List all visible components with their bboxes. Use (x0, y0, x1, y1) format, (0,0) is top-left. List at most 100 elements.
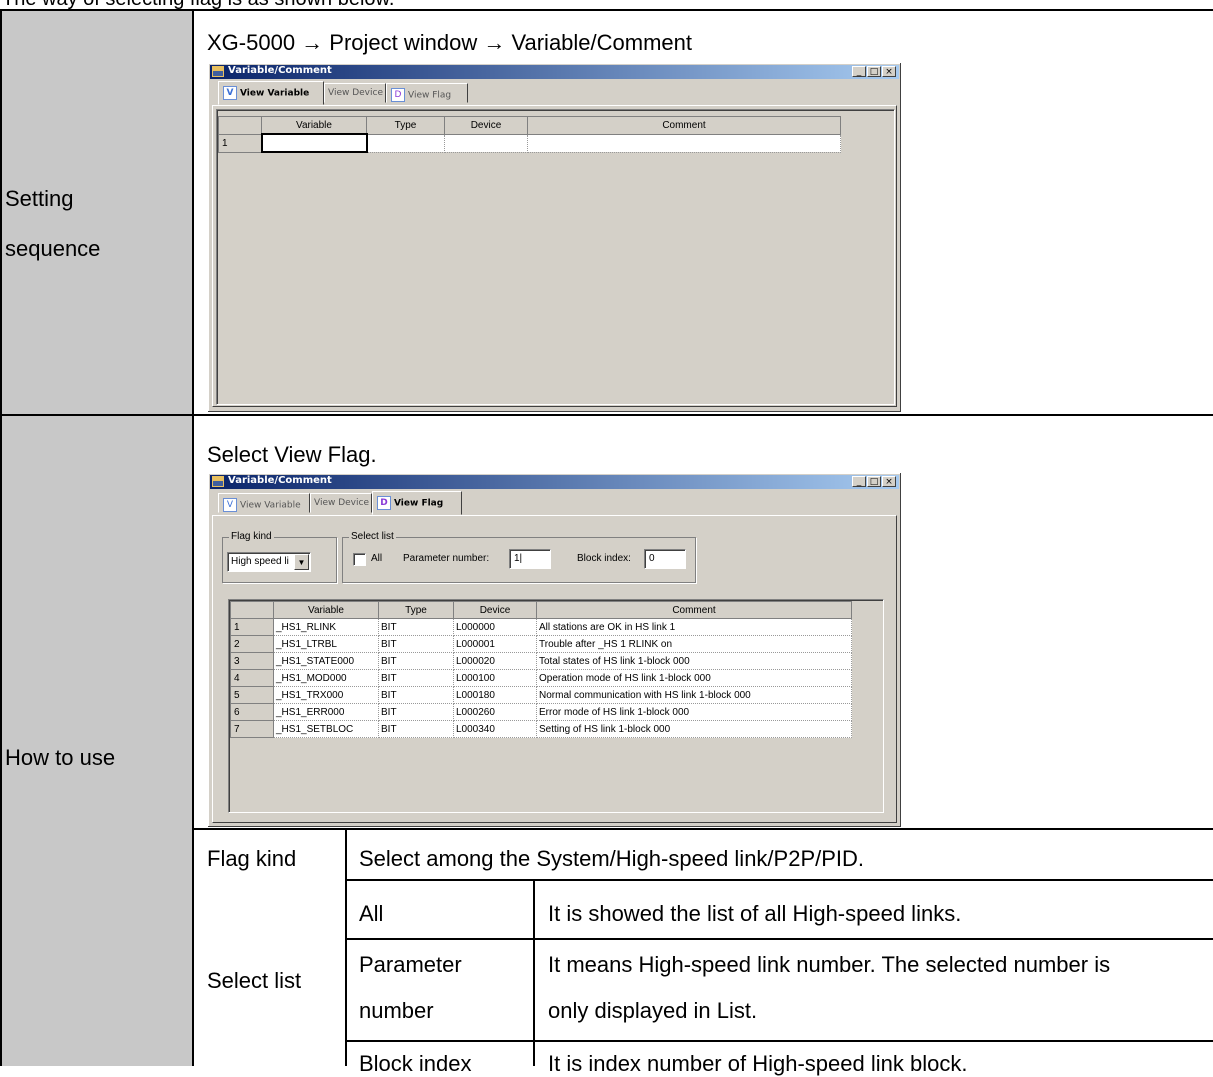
all-desc: It is showed the list of all High-speed … (548, 901, 962, 926)
title-bar[interactable]: Variable/Comment _ □ × (210, 475, 899, 489)
desc-line-2 (345, 879, 1213, 881)
table-row[interactable]: 4 _HS1_MOD000 BIT L000100 Operation mode of … (230, 669, 852, 687)
row-number: 3 (230, 652, 274, 670)
column-header[interactable]: Type (378, 601, 454, 619)
comment-cell[interactable]: Total states of HS link 1-block 000 (536, 652, 852, 670)
setting-caption: XG-5000 → Project window → Variable/Comm… (207, 30, 693, 55)
howto-caption: Select View Flag. (207, 442, 377, 467)
row-number: 1 (218, 133, 262, 153)
variable-cell[interactable]: _HS1_LTRBL (273, 635, 379, 653)
parameter-number-label: Parameter number: (403, 553, 490, 564)
param-desc-2: only displayed in List. (548, 998, 758, 1023)
comment-cell[interactable]: Error mode of HS link 1-block 000 (536, 703, 852, 721)
type-cell[interactable]: BIT (378, 703, 454, 721)
device-cell[interactable] (444, 133, 528, 153)
device-icon: D (377, 496, 391, 510)
type-cell[interactable]: BIT (378, 635, 454, 653)
block-term: Block index (359, 1051, 472, 1076)
device-cell[interactable]: L000001 (453, 635, 537, 653)
table-row[interactable]: 5 _HS1_TRX000 BIT L000180 Normal communicati… (230, 686, 852, 704)
block-index-input[interactable]: 0 (644, 549, 686, 569)
table-row[interactable]: 1 _HS1_RLINK BIT L000000 All stations are OK… (230, 618, 852, 636)
variable-cell[interactable]: _HS1_STATE000 (273, 652, 379, 670)
label-cell-setting (1, 10, 192, 415)
variable-comment-window: Variable/Comment _ □ × V View Variable Vi… (207, 62, 902, 413)
variable-cell[interactable]: _HS1_ERR000 (273, 703, 379, 721)
flag-kind-term: Flag kind (207, 846, 297, 871)
type-cell[interactable]: BIT (378, 618, 454, 636)
comment-cell[interactable]: Normal communication with HS link 1-bloc… (536, 686, 852, 704)
row-divider (0, 414, 1213, 416)
device-cell[interactable]: L000100 (453, 669, 537, 687)
block-index-label: Block index: (577, 553, 631, 564)
type-cell[interactable]: BIT (378, 720, 454, 738)
comment-cell[interactable]: Setting of HS link 1-block 000 (536, 720, 852, 738)
tab-view-variable[interactable]: V View Variable (218, 81, 324, 105)
device-cell[interactable]: L000000 (453, 618, 537, 636)
block-desc: It is index number of High-speed link bl… (548, 1051, 968, 1076)
comment-cell[interactable]: Trouble after _HS 1 RLINK on (536, 635, 852, 653)
device-cell[interactable]: L000180 (453, 686, 537, 704)
type-cell[interactable]: BIT (378, 669, 454, 687)
variable-grid: Variable Type Device Comment 1 (218, 116, 841, 153)
tab-label: View Device (328, 88, 383, 98)
column-header[interactable]: Variable (261, 116, 367, 135)
type-cell[interactable]: BIT (378, 686, 454, 704)
all-term: All (359, 901, 384, 926)
app-icon (212, 66, 224, 77)
maximize-button[interactable]: □ (867, 476, 881, 487)
close-button[interactable]: × (882, 66, 896, 77)
device-cell[interactable]: L000340 (453, 720, 537, 738)
type-cell[interactable]: BIT (378, 652, 454, 670)
minimize-button[interactable]: _ (852, 66, 866, 77)
title-bar[interactable]: Variable/Comment _ □ × (210, 65, 899, 79)
table-row[interactable]: 6 _HS1_ERR000 BIT L000260 Error mode of HS l… (230, 703, 852, 721)
chevron-down-icon[interactable]: ▼ (294, 554, 309, 570)
tab-label: View Variable (240, 500, 301, 511)
column-header[interactable]: Device (444, 116, 528, 135)
table-row[interactable]: 2 _HS1_LTRBL BIT L000001 Trouble after _HS 1… (230, 635, 852, 653)
comment-cell[interactable]: All stations are OK in HS link 1 (536, 618, 852, 636)
device-cell[interactable]: L000260 (453, 703, 537, 721)
row-number: 5 (230, 686, 274, 704)
all-label: All (371, 553, 383, 564)
tab-view-flag[interactable]: D View Flag (386, 83, 468, 103)
param-desc-1: It means High-speed link number. The sel… (548, 952, 1111, 977)
setting-label-1: Setting (5, 186, 74, 211)
tab-view-flag[interactable]: D View Flag (372, 491, 462, 515)
variable-cell[interactable]: _HS1_RLINK (273, 618, 379, 636)
variable-comment-window-flag: Variable/Comment _ □ × V View Variable Vi… (207, 472, 902, 828)
column-header[interactable]: Comment (536, 601, 852, 619)
column-header[interactable]: Device (453, 601, 537, 619)
tab-view-variable[interactable]: V View Variable (218, 493, 310, 513)
param-term-1: Parameter (359, 952, 462, 977)
minimize-button[interactable]: _ (852, 476, 866, 487)
row-number: 1 (230, 618, 274, 636)
close-button[interactable]: × (882, 476, 896, 487)
device-cell[interactable]: L000020 (453, 652, 537, 670)
flag-kind-select[interactable]: High speed li ▼ (227, 552, 311, 572)
variable-cell[interactable]: _HS1_SETBLOC (273, 720, 379, 738)
desc-line-4 (345, 1040, 1213, 1042)
maximize-button[interactable]: □ (867, 66, 881, 77)
column-header[interactable]: Variable (273, 601, 379, 619)
device-icon: D (391, 88, 405, 102)
select-list-term: Select list (207, 968, 302, 993)
column-header[interactable]: Type (366, 116, 445, 135)
label-divider (192, 9, 194, 1066)
table-row[interactable]: 3 _HS1_STATE000 BIT L000020 Total states of … (230, 652, 852, 670)
variable-cell[interactable]: _HS1_MOD000 (273, 669, 379, 687)
variable-cell[interactable]: _HS1_TRX000 (273, 686, 379, 704)
tab-view-device[interactable]: View Device (324, 83, 386, 103)
type-cell[interactable] (366, 133, 445, 153)
parameter-number-input[interactable]: 1| (509, 549, 551, 569)
window-title: Variable/Comment (228, 475, 332, 486)
variable-cell[interactable] (260, 133, 368, 153)
column-header[interactable]: Comment (527, 116, 841, 135)
table-row[interactable]: 7 _HS1_SETBLOC BIT L000340 Setting of HS lin… (230, 720, 852, 738)
comment-cell[interactable]: Operation mode of HS link 1-block 000 (536, 669, 852, 687)
comment-cell[interactable] (527, 133, 841, 153)
howto-label: How to use (5, 745, 116, 770)
tab-view-device[interactable]: View Device (310, 493, 372, 513)
all-checkbox[interactable] (353, 553, 366, 566)
